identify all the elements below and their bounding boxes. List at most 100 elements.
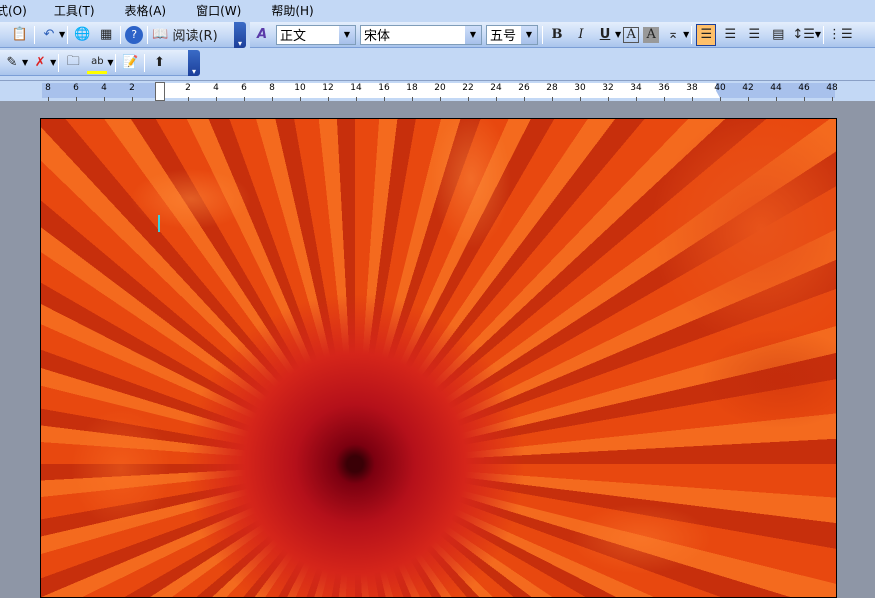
line-spacing-dropdown-icon[interactable]: ▼ (815, 30, 821, 39)
ruler-label: 18 (406, 83, 418, 93)
style-value: 正文 (280, 29, 307, 44)
ruler-label: 24 (490, 83, 502, 93)
highlight-dropdown-icon[interactable]: ▼ (107, 58, 113, 67)
menu-window[interactable]: 窗口(W) (196, 2, 241, 19)
ruler-tick (300, 97, 301, 101)
align-center-icon[interactable]: ☰ (720, 24, 740, 46)
font-size-value: 五号 (490, 29, 517, 44)
ruler-tick (76, 97, 77, 101)
hyperlink-icon[interactable]: 🌐 (72, 24, 92, 46)
ruler-label: 4 (213, 83, 219, 93)
ruler-label: 20 (434, 83, 446, 93)
ruler-label: 12 (322, 83, 334, 93)
highlight-icon[interactable]: ab (87, 52, 108, 74)
menu-help[interactable]: 帮助(H) (271, 2, 313, 19)
chevron-down-icon: ▼ (521, 25, 537, 44)
separator (823, 25, 825, 44)
undo-icon[interactable]: ↶ (39, 24, 59, 46)
ruler-tick (48, 97, 49, 101)
reject-change-icon[interactable]: ✗ (30, 52, 50, 74)
menu-format[interactable]: 式(O) (0, 2, 27, 19)
align-right-icon[interactable]: ☰ (744, 24, 764, 46)
separator (115, 53, 117, 72)
underline-button[interactable]: U (595, 24, 615, 46)
separator (144, 53, 146, 72)
numbering-icon[interactable]: ⋮☰ (828, 24, 853, 46)
italic-button[interactable]: I (571, 24, 591, 46)
undo-dropdown-icon[interactable]: ▼ (59, 30, 65, 39)
ruler-tick (132, 97, 133, 101)
flower-image (41, 119, 836, 597)
ruler-label: 8 (45, 83, 51, 93)
distributed-icon[interactable]: ▤ (768, 24, 788, 46)
reviewing-pane-icon[interactable]: ⬆ (149, 52, 169, 74)
styles-icon[interactable]: A (252, 24, 272, 46)
ruler-tick (832, 97, 833, 101)
font-size-select[interactable]: 五号 ▼ (486, 24, 538, 45)
toolbar-options-icon[interactable]: ▾ (234, 21, 246, 48)
ruler-label: 26 (518, 83, 530, 93)
ruler-tick (356, 97, 357, 101)
ruler-tick (328, 97, 329, 101)
ruler-tick (216, 97, 217, 101)
separator (67, 25, 69, 44)
ruler-tick (104, 97, 105, 101)
ruler-label: 32 (602, 83, 614, 93)
line-spacing-icon[interactable]: ↕☰ (792, 24, 815, 46)
ruler-tick (468, 97, 469, 101)
char-scale-dropdown-icon[interactable]: ▼ (683, 30, 689, 39)
separator (147, 25, 149, 44)
ruler-label: 2 (185, 83, 191, 93)
document-page[interactable] (40, 118, 837, 598)
font-value: 宋体 (364, 29, 391, 44)
indent-marker[interactable] (155, 82, 165, 101)
ruler-tick (804, 97, 805, 101)
accept-change-icon[interactable]: ✎ (2, 52, 22, 74)
chevron-down-icon: ▼ (465, 25, 481, 44)
read-button[interactable]: 📖 阅读(R) (152, 24, 218, 46)
new-comment-icon[interactable]: 🗀 (63, 52, 83, 74)
ruler-tick (720, 97, 721, 101)
bold-button[interactable]: B (547, 24, 567, 46)
ruler-tick (440, 97, 441, 101)
char-scale-icon[interactable]: ⌅ (663, 24, 683, 46)
ruler-tick (664, 97, 665, 101)
menu-bar: 式(O) 工具(T) 表格(A) 窗口(W) 帮助(H) (0, 0, 875, 20)
ruler-label: 34 (630, 83, 642, 93)
ruler-label: 42 (742, 83, 754, 93)
underline-dropdown-icon[interactable]: ▼ (615, 30, 621, 39)
book-icon: 📖 (152, 27, 169, 42)
track-changes-icon[interactable]: 📝 (120, 52, 140, 74)
paste-icon[interactable]: 📋 (10, 24, 30, 46)
ruler-tick (636, 97, 637, 101)
toolbar-options-icon[interactable]: ▾ (188, 49, 200, 76)
ruler-tick (272, 97, 273, 101)
ruler-label: 48 (826, 83, 838, 93)
style-select[interactable]: 正文 ▼ (276, 24, 356, 45)
ruler-tick (748, 97, 749, 101)
ruler-label: 22 (462, 83, 474, 93)
ruler-tick (188, 97, 189, 101)
ruler-tick (524, 97, 525, 101)
ruler-label: 6 (241, 83, 247, 93)
ruler-tick (608, 97, 609, 101)
ruler-label: 16 (378, 83, 390, 93)
read-label: 阅读(R) (172, 29, 218, 44)
menu-tools[interactable]: 工具(T) (54, 2, 95, 19)
char-border-button[interactable]: A (623, 26, 640, 43)
char-shading-button[interactable]: A (643, 26, 660, 43)
reject-dropdown-icon[interactable]: ▼ (50, 58, 56, 67)
ruler-label: 28 (546, 83, 558, 93)
standard-toolbar: 📋 ↶ ▼ 🌐 ▦ ? 📖 阅读(R) ▾ (0, 21, 246, 48)
accept-dropdown-icon[interactable]: ▼ (22, 58, 28, 67)
help-icon[interactable]: ? (125, 25, 144, 44)
ruler-label: 4 (101, 83, 107, 93)
font-select[interactable]: 宋体 ▼ (360, 24, 482, 45)
text-cursor (158, 215, 160, 232)
menu-table[interactable]: 表格(A) (125, 2, 167, 19)
table-icon[interactable]: ▦ (96, 24, 116, 46)
justify-button[interactable]: ☰ (696, 23, 717, 46)
ruler-label: 8 (269, 83, 275, 93)
separator (691, 25, 693, 44)
horizontal-ruler[interactable]: 8 6 4 2 2 4 6 8 10 12 14 16 18 20 22 24 26 28 30 32 34 36 38 40… (0, 80, 875, 101)
